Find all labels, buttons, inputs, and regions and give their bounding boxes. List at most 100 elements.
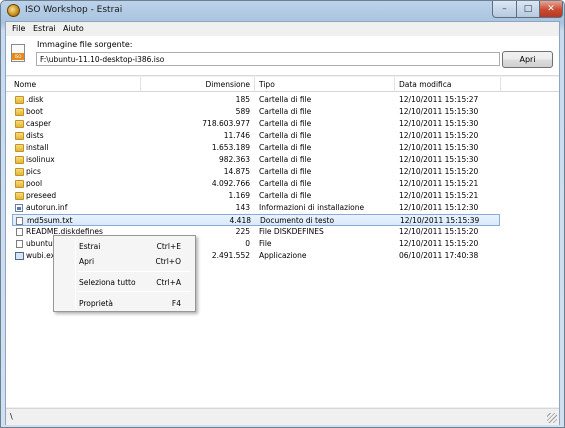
file-row[interactable]: md5sum.txt 4.418 Documento di testo 12/10/2… bbox=[12, 214, 500, 226]
file-type: Cartella di file bbox=[259, 95, 312, 104]
file-size: 589 bbox=[235, 107, 250, 116]
file-size: 718.603.977 bbox=[202, 119, 250, 128]
folder-icon bbox=[15, 168, 24, 176]
source-label: Immagine file sorgente: bbox=[37, 40, 133, 49]
file-icon bbox=[16, 240, 23, 248]
file-name: dists bbox=[26, 131, 44, 140]
file-type: Cartella di file bbox=[259, 119, 312, 128]
file-name: ubuntu bbox=[26, 239, 53, 248]
file-name: install bbox=[26, 143, 49, 152]
file-date: 12/10/2011 15:15:20 bbox=[399, 167, 479, 176]
file-size: 11.746 bbox=[223, 131, 250, 140]
column-name[interactable]: Nome bbox=[14, 80, 36, 89]
file-type: Cartella di file bbox=[259, 179, 312, 188]
menu-aiuto[interactable]: Aiuto bbox=[63, 24, 84, 33]
status-text: \ bbox=[10, 412, 13, 421]
menu-estrai[interactable]: Estrai bbox=[33, 24, 56, 33]
file-date: 12/10/2011 15:15:21 bbox=[399, 179, 479, 188]
file-row[interactable]: pool 4.092.766 Cartella di file 12/10/2011 … bbox=[6, 178, 559, 190]
file-type: File bbox=[259, 239, 272, 248]
file-row[interactable]: isolinux 982.363 Cartella di file 12/10/201… bbox=[6, 154, 559, 166]
app-window: ISO Workshop - Estrai – □ ✕ File Estrai … bbox=[0, 0, 565, 428]
file-type: Cartella di file bbox=[259, 143, 312, 152]
file-name: .disk bbox=[26, 95, 44, 104]
column-size[interactable]: Dimensione bbox=[146, 80, 250, 89]
open-button[interactable]: Apri bbox=[502, 51, 553, 68]
file-icon bbox=[16, 228, 23, 236]
file-size: 185 bbox=[235, 95, 250, 104]
minimize-button[interactable]: – bbox=[492, 1, 517, 18]
status-bar: \ bbox=[6, 408, 559, 425]
file-size: 4.418 bbox=[229, 216, 251, 225]
file-date: 12/10/2011 15:15:30 bbox=[399, 143, 479, 152]
inf-icon bbox=[15, 204, 23, 212]
file-row[interactable]: boot 589 Cartella di file 12/10/2011 15:15:… bbox=[6, 106, 559, 118]
file-name: md5sum.txt bbox=[27, 216, 73, 225]
menu-file[interactable]: File bbox=[12, 24, 25, 33]
folder-icon bbox=[15, 180, 24, 188]
file-date: 12/10/2011 15:12:30 bbox=[399, 203, 479, 212]
window-title: ISO Workshop - Estrai bbox=[25, 5, 123, 15]
file-icon bbox=[16, 217, 23, 225]
file-type: Informazioni di installazione bbox=[259, 203, 365, 212]
context-item-seleziona-tutto[interactable]: Seleziona tutto Ctrl+A bbox=[56, 275, 193, 289]
context-menu: Estrai Ctrl+E Apri Ctrl+O Seleziona tutt… bbox=[53, 235, 196, 312]
context-separator bbox=[78, 291, 191, 292]
folder-icon bbox=[15, 108, 24, 116]
file-date: 12/10/2011 15:15:39 bbox=[400, 216, 480, 225]
file-name: casper bbox=[26, 119, 52, 128]
file-size: 14.875 bbox=[223, 167, 250, 176]
iso-file-icon: ISO bbox=[11, 44, 25, 62]
source-path-field[interactable]: F:\ubuntu-11.10-desktop-i386.iso bbox=[36, 52, 500, 66]
file-size: 982.363 bbox=[218, 155, 250, 164]
file-name: autorun.inf bbox=[26, 203, 68, 212]
folder-icon bbox=[15, 144, 24, 152]
file-type: Cartella di file bbox=[259, 131, 312, 140]
file-type: Cartella di file bbox=[259, 167, 312, 176]
file-size: 4.092.766 bbox=[211, 179, 250, 188]
file-row[interactable]: casper 718.603.977 Cartella di file 12/10/2… bbox=[6, 118, 559, 130]
file-date: 12/10/2011 15:15:20 bbox=[399, 131, 479, 140]
file-row[interactable]: dists 11.746 Cartella di file 12/10/2011 15… bbox=[6, 130, 559, 142]
file-row[interactable]: preseed 1.169 Cartella di file 12/10/2011 1… bbox=[6, 190, 559, 202]
file-size: 143 bbox=[235, 203, 250, 212]
resize-grip-icon[interactable] bbox=[547, 413, 557, 423]
title-bar[interactable]: ISO Workshop - Estrai – □ ✕ bbox=[1, 1, 564, 21]
folder-icon bbox=[15, 132, 24, 140]
file-type: Applicazione bbox=[259, 251, 307, 260]
file-type: Cartella di file bbox=[259, 107, 312, 116]
folder-icon bbox=[15, 192, 24, 200]
list-header: Nome Dimensione Tipo Data modifica bbox=[6, 77, 559, 92]
file-row[interactable]: autorun.inf 143 Informazioni di installazi… bbox=[6, 202, 559, 214]
file-date: 12/10/2011 15:15:20 bbox=[399, 239, 479, 248]
file-row[interactable]: pics 14.875 Cartella di file 12/10/2011 15:… bbox=[6, 166, 559, 178]
context-item-estrai[interactable]: Estrai Ctrl+E bbox=[56, 239, 193, 253]
context-item-proprieta[interactable]: Proprietà F4 bbox=[56, 296, 193, 310]
file-date: 12/10/2011 15:15:21 bbox=[399, 191, 479, 200]
file-date: 12/10/2011 15:15:20 bbox=[399, 227, 479, 236]
file-type: Cartella di file bbox=[259, 191, 312, 200]
close-button[interactable]: ✕ bbox=[539, 1, 563, 18]
folder-icon bbox=[15, 96, 24, 104]
file-name: isolinux bbox=[26, 155, 55, 164]
file-date: 12/10/2011 15:15:27 bbox=[399, 95, 479, 104]
file-size: 1.169 bbox=[228, 191, 250, 200]
maximize-button[interactable]: □ bbox=[516, 1, 540, 18]
context-item-apri[interactable]: Apri Ctrl+O bbox=[56, 254, 193, 268]
file-name: pool bbox=[26, 179, 43, 188]
file-name: preseed bbox=[26, 191, 57, 200]
file-row[interactable]: install 1.653.189 Cartella di file 12/10/20… bbox=[6, 142, 559, 154]
context-separator bbox=[78, 271, 191, 272]
file-date: 12/10/2011 15:15:30 bbox=[399, 155, 479, 164]
column-type[interactable]: Tipo bbox=[259, 80, 275, 89]
folder-icon bbox=[15, 120, 24, 128]
file-date: 12/10/2011 15:15:30 bbox=[399, 107, 479, 116]
source-panel: ISO Immagine file sorgente: F:\ubuntu-11… bbox=[6, 36, 559, 76]
file-size: 1.653.189 bbox=[211, 143, 250, 152]
file-row[interactable]: .disk 185 Cartella di file 12/10/2011 15:15… bbox=[6, 94, 559, 106]
file-date: 12/10/2011 15:15:30 bbox=[399, 119, 479, 128]
app-icon bbox=[7, 4, 20, 17]
menu-bar: File Estrai Aiuto bbox=[6, 22, 559, 36]
column-date[interactable]: Data modifica bbox=[399, 80, 451, 89]
file-name: pics bbox=[26, 167, 41, 176]
